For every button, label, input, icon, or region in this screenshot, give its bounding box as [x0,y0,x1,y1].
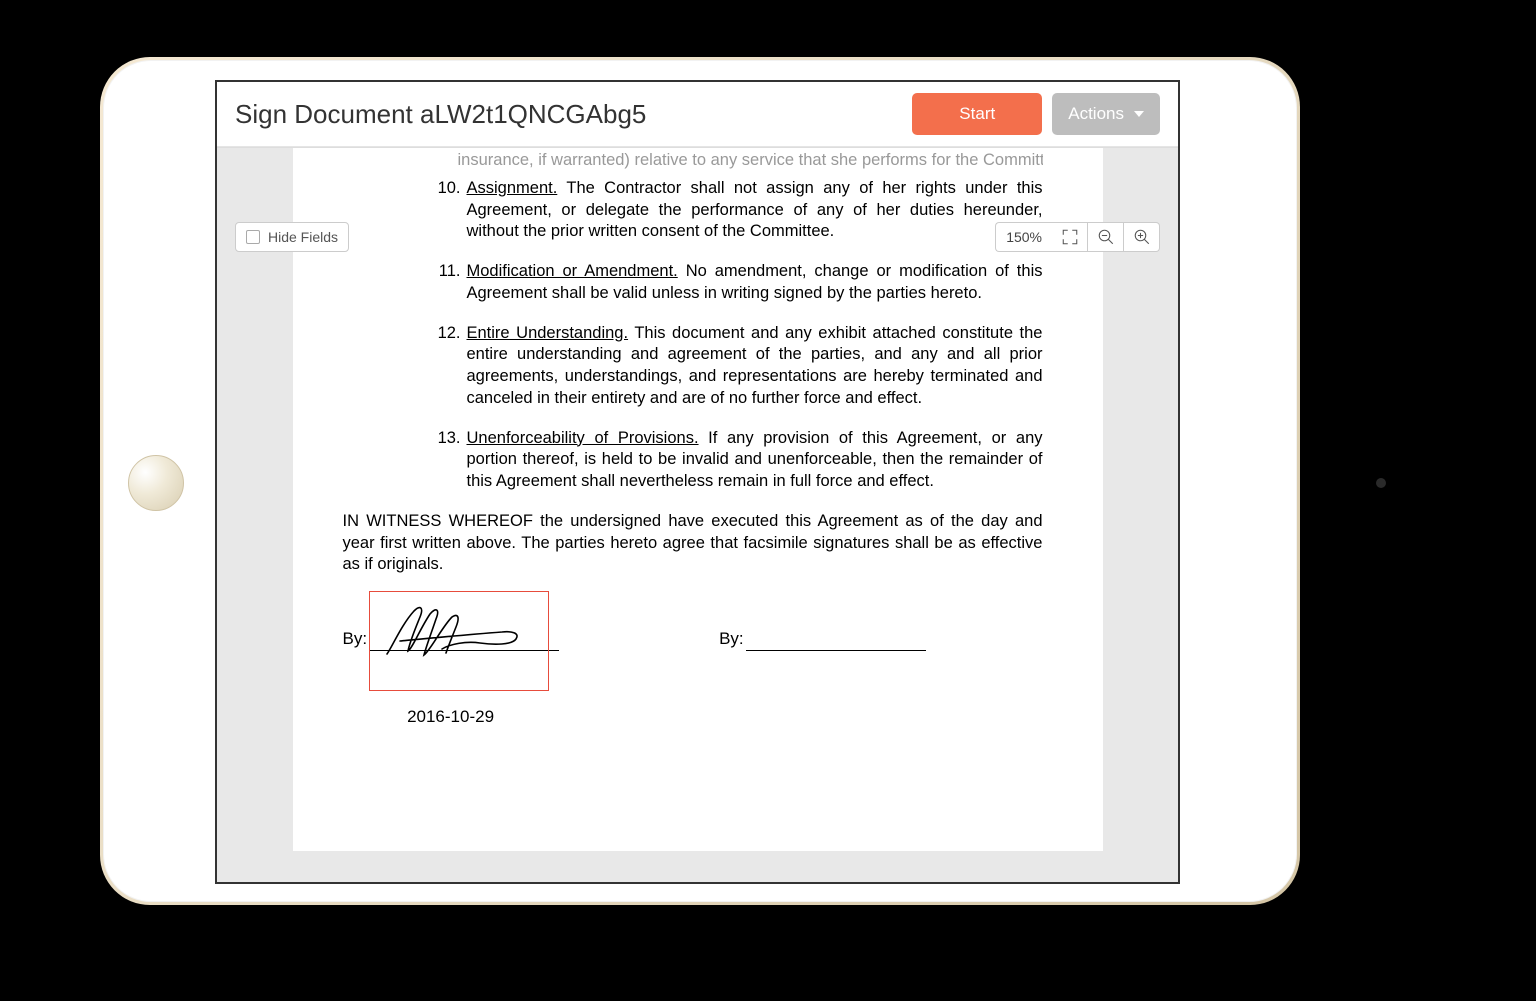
signature-line-wrap: 2016-10-29 [367,650,559,651]
camera-icon [1376,478,1386,488]
zoom-out-icon [1097,228,1115,246]
signature-row: By: 2016-10-29 By: [343,628,1043,650]
witness-paragraph: IN WITNESS WHEREOF the undersigned have … [343,511,1043,576]
home-button[interactable] [128,455,184,511]
clause-title: Assignment. [467,179,558,197]
by-label: By: [343,628,368,650]
clause-title: Unenforceability of Provisions. [467,429,699,447]
clause-number: 12. [433,323,461,410]
clause-13: 13. Unenforceability of Provisions. If a… [433,428,1043,493]
clause-11: 11. Modification or Amendment. No amendm… [433,261,1043,305]
clause-body: Assignment. The Contractor shall not ass… [467,178,1043,243]
signature-date: 2016-10-29 [407,706,494,728]
clause-body: Modification or Amendment. No amendment,… [467,261,1043,305]
fit-to-screen-button[interactable] [1052,222,1088,252]
signature-block-1: By: 2016-10-29 [343,628,560,650]
clause-body: Unenforceability of Provisions. If any p… [467,428,1043,493]
clause-title: Modification or Amendment. [467,262,678,280]
clause-number: 13. [433,428,461,493]
page-title: Sign Document aLW2t1QNCGAbg5 [235,99,902,130]
actions-button[interactable]: Actions [1052,93,1160,135]
signature-icon [372,599,542,679]
zoom-out-button[interactable] [1088,222,1124,252]
clause-number: 10. [433,178,461,243]
zoom-in-button[interactable] [1124,222,1160,252]
clause-body: Entire Understanding. This document and … [467,323,1043,410]
cutoff-text: insurance, if warranted) relative to any… [458,150,1043,172]
hide-fields-toggle[interactable]: Hide Fields [235,222,349,252]
zoom-in-icon [1133,228,1151,246]
by-label: By: [719,628,744,650]
zoom-toolbar: 150% [995,222,1160,252]
checkbox-icon[interactable] [246,230,260,244]
actions-label: Actions [1068,104,1124,124]
expand-icon [1061,228,1079,246]
clause-title: Entire Understanding. [467,324,629,342]
chevron-down-icon [1134,111,1144,117]
app-header: Sign Document aLW2t1QNCGAbg5 Start Actio… [217,82,1178,147]
clause-12: 12. Entire Understanding. This document … [433,323,1043,410]
clause-number: 11. [433,261,461,305]
start-button[interactable]: Start [912,93,1042,135]
signature-line[interactable] [746,650,926,651]
hide-fields-label: Hide Fields [268,229,338,245]
app-screen: Sign Document aLW2t1QNCGAbg5 Start Actio… [215,80,1180,884]
document-page: insurance, if warranted) relative to any… [293,147,1103,851]
clause-10: 10. Assignment. The Contractor shall not… [433,178,1043,243]
zoom-level[interactable]: 150% [995,222,1052,252]
document-viewport[interactable]: Hide Fields 150% insurance, if warranted… [217,147,1178,882]
signature-block-2: By: [719,628,926,650]
